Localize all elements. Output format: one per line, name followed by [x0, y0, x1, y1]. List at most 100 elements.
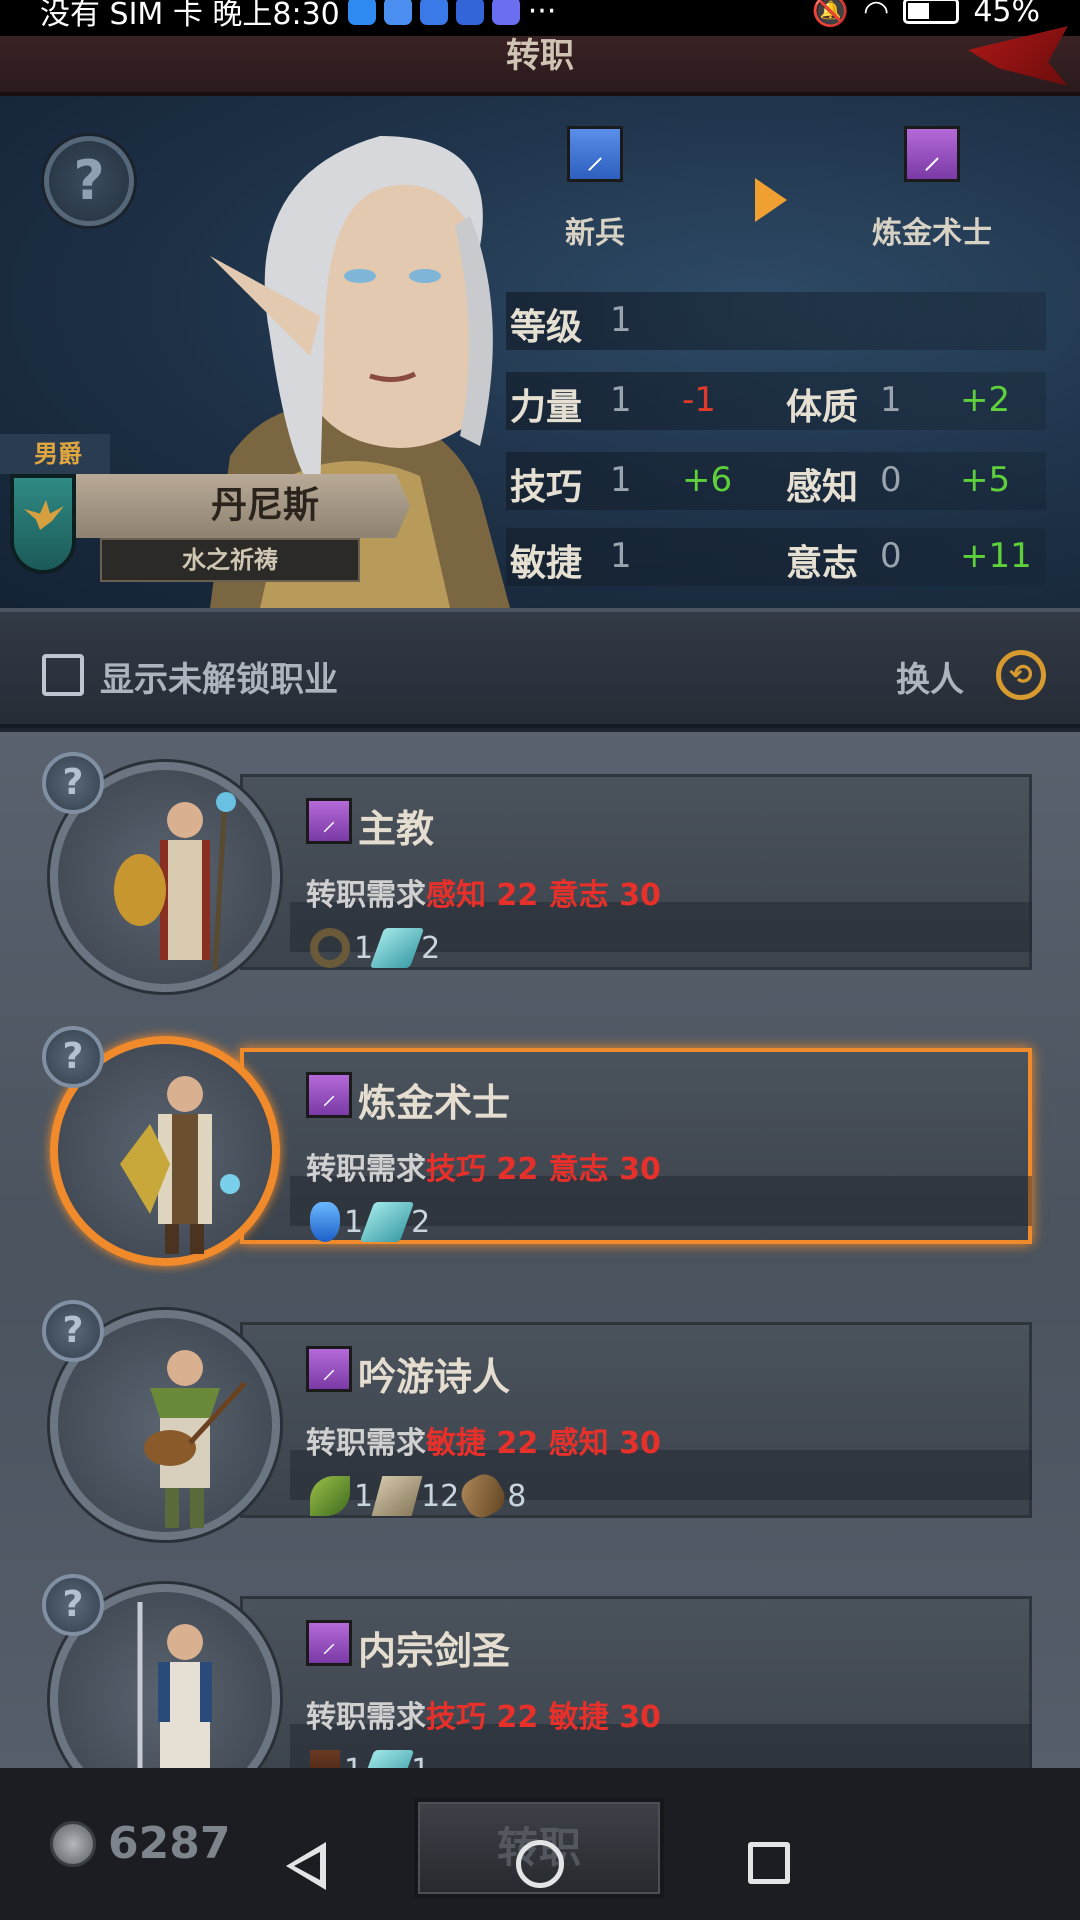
stat-delta: +2 — [960, 380, 1011, 420]
show-locked-label: 显示未解锁职业 — [100, 660, 338, 700]
stat-value: 1 — [610, 536, 632, 576]
job-materials: 1 1 — [310, 1750, 430, 1768]
material-count: 2 — [411, 1204, 431, 1240]
stat-delta: +6 — [682, 460, 733, 500]
requirement-values: 敏捷 22 感知 30 — [426, 1426, 661, 1461]
hero-name: 丹尼斯 — [60, 474, 410, 538]
app-notification-icon — [347, 0, 376, 25]
stat-label: 感知 — [786, 467, 859, 508]
swordsaint-figure — [137, 1602, 212, 1768]
browser-icon — [419, 0, 448, 25]
staff-class-icon: ⸝ — [904, 126, 960, 182]
stat-label: 体质 — [786, 387, 859, 428]
stat-value: 0 — [880, 536, 902, 576]
stat-delta: +11 — [960, 536, 1032, 576]
help-icon[interactable]: ? — [44, 136, 134, 226]
log-icon — [455, 1468, 511, 1524]
wifi-icon: ◠ — [863, 0, 890, 29]
material-count: 1 — [344, 1204, 364, 1240]
material-count: 8 — [507, 1478, 527, 1514]
scroll-icon — [359, 1202, 415, 1242]
job-requirement: 转职需求技巧 22 意志 30 — [306, 1144, 661, 1188]
music-icon — [491, 0, 520, 25]
job-name: 吟游诗人 — [358, 1355, 511, 1399]
hero-origin: 水之祈祷 — [100, 538, 360, 582]
level-label: 等级 — [510, 307, 583, 348]
system-nav-bar — [0, 1806, 1080, 1920]
job-card-selected[interactable]: ? ⸝ 炼金术士 转职需求技巧 22 意志 30 1 2 — [40, 1026, 1032, 1266]
job-help-icon[interactable]: ? — [42, 1574, 104, 1636]
title-bar: 转职 — [0, 26, 1080, 96]
rank-badge: 男爵 — [0, 434, 110, 474]
potion-icon — [310, 1202, 340, 1242]
level-row: 等级 1 — [506, 292, 1046, 350]
job-name: 主教 — [358, 807, 435, 851]
scroll-icon — [369, 928, 425, 968]
more-notifications: ··· — [527, 0, 557, 29]
paper-icon — [371, 1476, 423, 1516]
bulb-icon — [455, 0, 484, 25]
scroll-icon — [359, 1750, 415, 1768]
material-count: 12 — [421, 1478, 460, 1514]
arrow-right-icon — [755, 178, 787, 222]
material-count: 2 — [421, 930, 441, 966]
stat-label: 力量 — [510, 387, 583, 428]
stat-value: 1 — [880, 380, 902, 420]
cloud-icon — [383, 0, 412, 25]
material-count: 1 — [411, 1753, 430, 1769]
job-card[interactable]: ? ⸝ 主教 转职需求感知 22 意志 30 1 2 — [40, 752, 1032, 992]
sword-class-icon: ⸝ — [567, 126, 623, 182]
swap-hero-button[interactable]: 换人 — [896, 652, 964, 701]
hero-panel: ? ⸝ 新兵 ⸝ 炼金术士 等级 1 力量 1 -1 体质 1 +2 技巧 1 … — [0, 96, 1080, 608]
requirement-values: 技巧 22 意志 30 — [426, 1152, 661, 1187]
requirement-values: 技巧 22 敏捷 30 — [426, 1700, 661, 1735]
job-card[interactable]: ? ⸝ 吟游诗人 转职需求敏捷 22 感知 30 1 12 8 — [40, 1300, 1032, 1540]
job-help-icon[interactable]: ? — [42, 1026, 104, 1088]
stat-value: 1 — [610, 380, 632, 420]
home-icon[interactable] — [516, 1840, 564, 1888]
material-count: 1 — [354, 930, 374, 966]
target-class-name: 炼金术士 — [872, 216, 992, 251]
stat-label: 敏捷 — [510, 543, 583, 584]
level-value: 1 — [610, 300, 632, 340]
swap-icon[interactable]: ⟲ — [996, 650, 1046, 700]
filter-bar: 显示未解锁职业 换人 ⟲ — [0, 608, 1080, 728]
staff-class-icon: ⸝ — [306, 798, 352, 844]
show-locked-checkbox[interactable] — [42, 654, 84, 696]
stat-row: 技巧 1 +6 感知 0 +5 — [506, 452, 1046, 510]
job-materials: 1 2 — [310, 928, 440, 968]
job-help-icon[interactable]: ? — [42, 752, 104, 814]
recent-apps-icon[interactable] — [748, 1842, 790, 1884]
job-card[interactable]: ? ⸝ 内宗剑圣 转职需求技巧 22 敏捷 30 1 1 — [40, 1574, 1032, 1768]
mute-icon: 🔕 — [811, 0, 850, 29]
alchemist-figure — [120, 1076, 240, 1254]
page-title: 转职 — [506, 36, 574, 76]
job-requirement: 转职需求敏捷 22 感知 30 — [306, 1418, 661, 1462]
job-list: ? ⸝ 主教 转职需求感知 22 意志 30 1 2 ? ⸝ 炼金术士 转职需求… — [0, 732, 1080, 1768]
battery-percent: 45% — [973, 0, 1040, 29]
current-class-name: 新兵 — [565, 216, 625, 251]
bishop-figure — [114, 792, 236, 971]
material-count: 1 — [354, 1478, 374, 1514]
hero-name-banner: 男爵 丹尼斯 水之祈祷 — [0, 434, 420, 608]
bard-figure — [144, 1350, 247, 1528]
staff-class-icon: ⸝ — [306, 1620, 352, 1666]
staff-class-icon: ⸝ — [306, 1346, 352, 1392]
stat-value: 0 — [880, 460, 902, 500]
requirement-label: 转职需求 — [306, 1152, 426, 1187]
stat-delta: +5 — [960, 460, 1011, 500]
material-count: 1 — [344, 1753, 363, 1769]
family-crest-icon — [10, 474, 76, 574]
battery-icon — [903, 0, 960, 24]
leaf-icon — [310, 1476, 350, 1516]
back-icon[interactable] — [286, 1842, 326, 1890]
job-requirement: 转职需求感知 22 意志 30 — [306, 870, 661, 914]
stat-row: 力量 1 -1 体质 1 +2 — [506, 372, 1046, 430]
ring-icon — [310, 928, 350, 968]
stat-row: 敏捷 1 意志 0 +11 — [506, 528, 1046, 586]
job-help-icon[interactable]: ? — [42, 1300, 104, 1362]
job-requirement: 转职需求技巧 22 敏捷 30 — [306, 1692, 661, 1736]
requirement-values: 感知 22 意志 30 — [426, 878, 661, 913]
book-icon — [310, 1750, 340, 1768]
stat-value: 1 — [610, 460, 632, 500]
